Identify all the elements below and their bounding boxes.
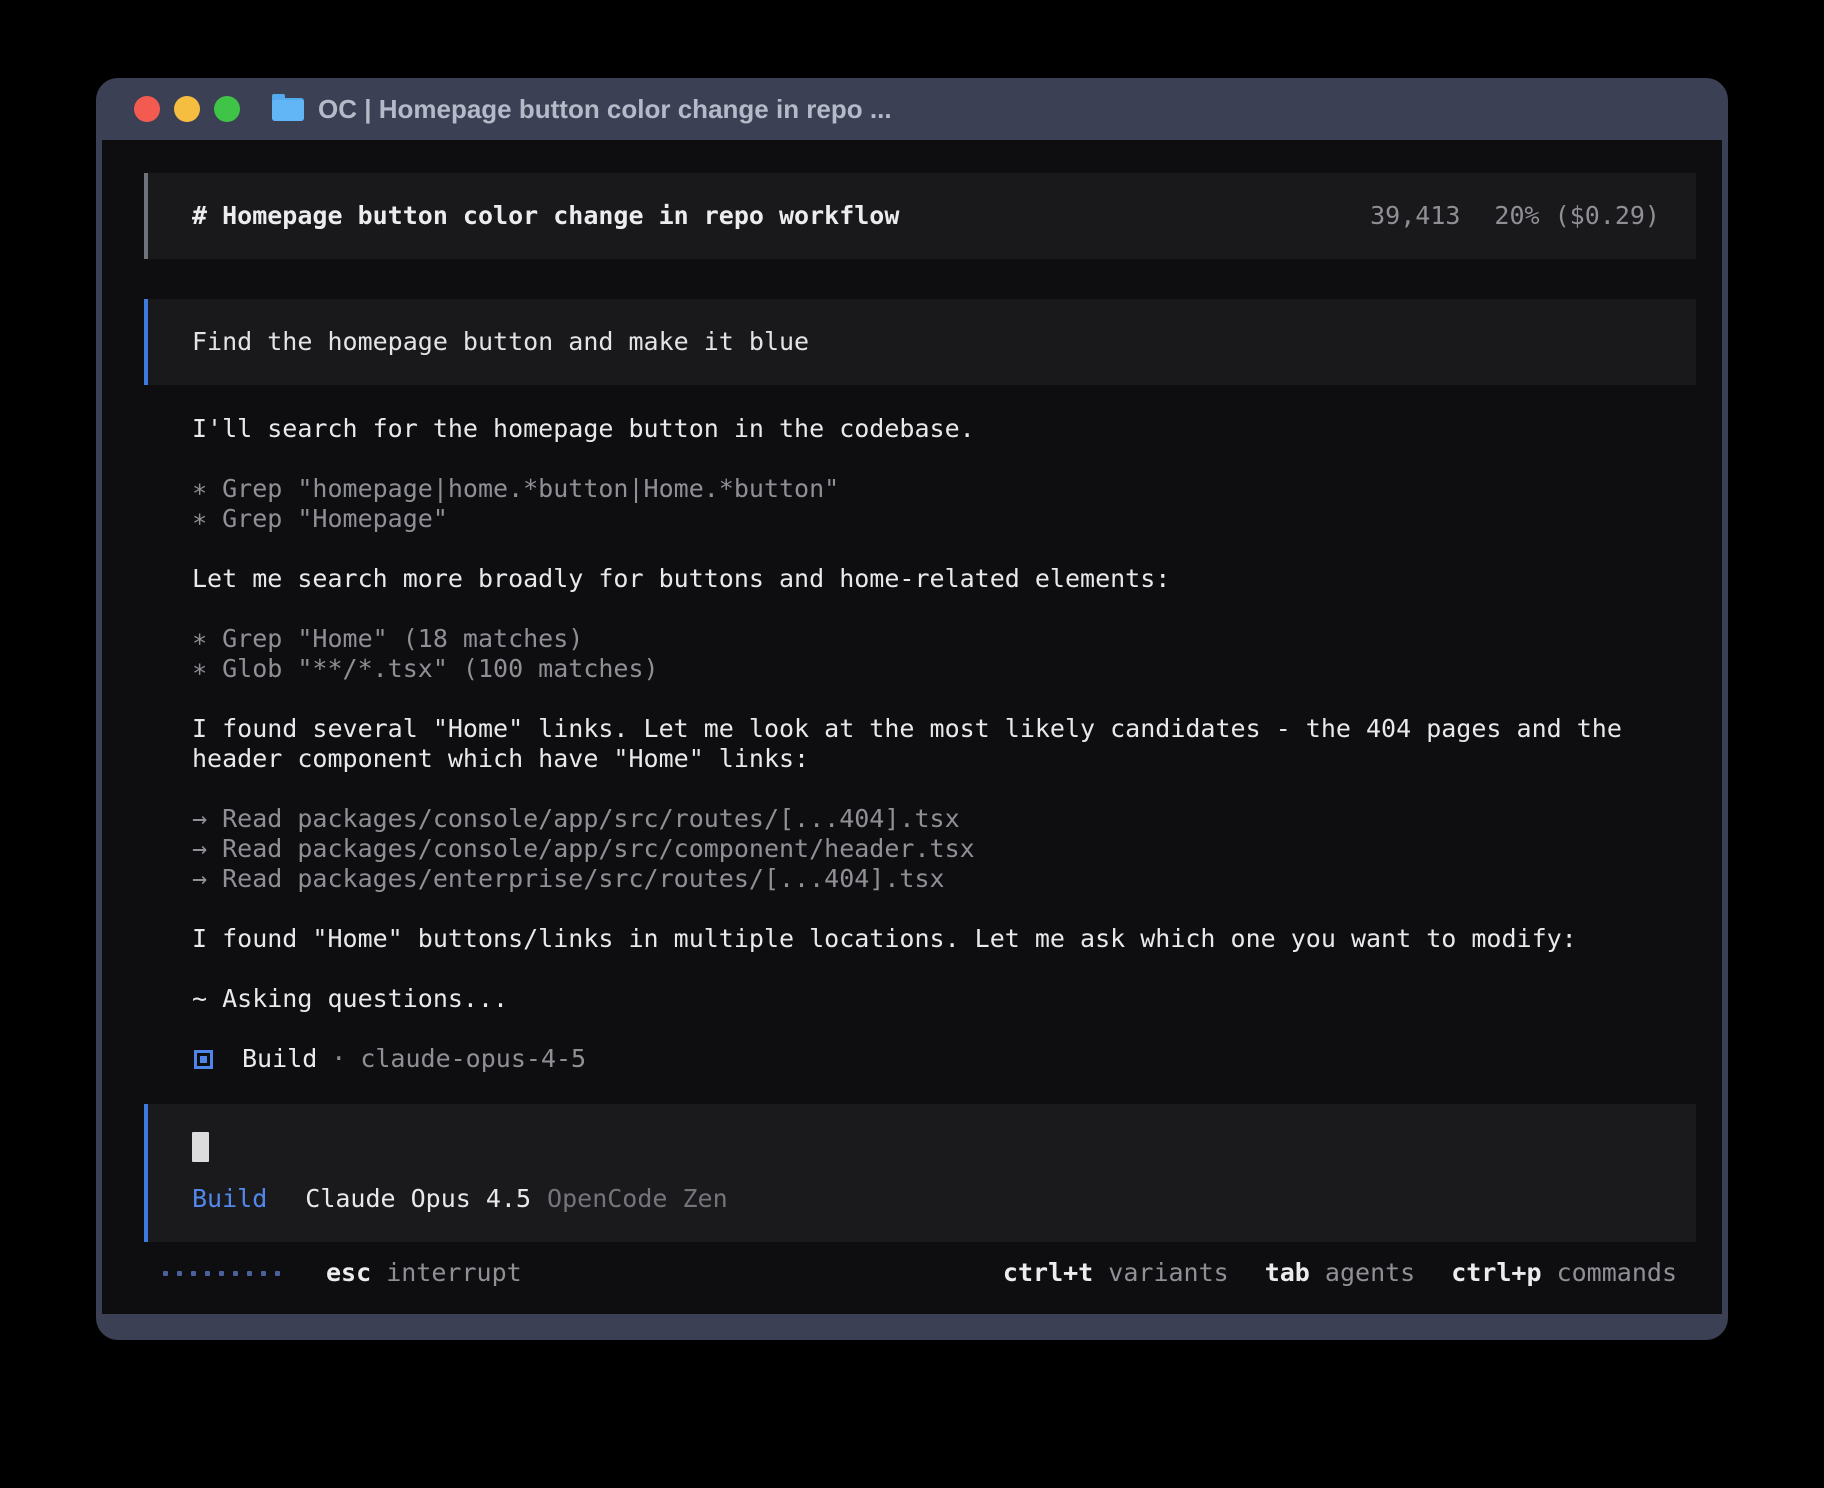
agent-status-row: Build · claude-opus-4-5: [192, 1044, 1722, 1074]
assistant-text-line: I found "Home" buttons/links in multiple…: [192, 924, 1696, 954]
status-left: esc interrupt: [163, 1258, 522, 1288]
assistant-text-line: ~ Asking questions...: [192, 984, 1696, 1014]
user-message-text: Find the homepage button and make it blu…: [192, 327, 809, 356]
tool-call-line: ∗ Grep "homepage|home.*button|Home.*butt…: [192, 474, 1696, 504]
session-title: # Homepage button color change in repo w…: [192, 201, 899, 231]
hint-key: esc: [326, 1258, 371, 1287]
close-button[interactable]: [134, 96, 160, 122]
activity-dot: [191, 1271, 196, 1276]
assistant-paragraph: I found "Home" buttons/links in multiple…: [192, 924, 1696, 954]
assistant-paragraph: ~ Asking questions...: [192, 984, 1696, 1014]
tool-call-line: ∗ Grep "Home" (18 matches): [192, 624, 1696, 654]
terminal-content: # Homepage button color change in repo w…: [102, 140, 1722, 1314]
tool-call-line: ∗ Grep "Homepage": [192, 504, 1696, 534]
hint-label: agents: [1310, 1258, 1415, 1287]
text-cursor: [192, 1132, 209, 1162]
user-message: Find the homepage button and make it blu…: [144, 299, 1696, 385]
assistant-paragraph: Let me search more broadly for buttons a…: [192, 564, 1696, 594]
agent-separator: ·: [331, 1044, 346, 1074]
status-bar: esc interrupt ctrl+t variantstab agentsc…: [163, 1258, 1677, 1288]
hint-key: ctrl+t: [1003, 1258, 1093, 1287]
hint-label: variants: [1093, 1258, 1228, 1287]
input-footer: Build Claude Opus 4.5 OpenCode Zen: [192, 1184, 1660, 1214]
terminal-window: OC | Homepage button color change in rep…: [96, 78, 1728, 1340]
activity-dot: [205, 1271, 210, 1276]
prompt-input[interactable]: Build Claude Opus 4.5 OpenCode Zen: [144, 1104, 1696, 1242]
zoom-button[interactable]: [214, 96, 240, 122]
tool-call-group: ∗ Grep "Home" (18 matches)∗ Glob "**/*.t…: [192, 624, 1696, 684]
hint-key: tab: [1265, 1258, 1310, 1287]
keyboard-hint: ctrl+p commands: [1451, 1258, 1677, 1288]
activity-dot: [163, 1271, 168, 1276]
keyboard-hint: esc interrupt: [326, 1258, 522, 1287]
activity-dot: [247, 1271, 252, 1276]
tool-call-line: → Read packages/console/app/src/routes/[…: [192, 804, 1696, 834]
session-meta: 39,413 20% ($0.29): [1370, 201, 1660, 231]
assistant-paragraph: I found several "Home" links. Let me loo…: [192, 714, 1696, 774]
titlebar: OC | Homepage button color change in rep…: [96, 78, 1728, 140]
activity-dots: [163, 1271, 280, 1276]
assistant-text-line: header component which have "Home" links…: [192, 744, 1696, 774]
agent-model: claude-opus-4-5: [360, 1044, 586, 1074]
input-model-label: Claude Opus 4.5: [305, 1184, 531, 1214]
assistant-text-line: I found several "Home" links. Let me loo…: [192, 714, 1696, 744]
minimize-button[interactable]: [174, 96, 200, 122]
tool-call-line: → Read packages/enterprise/src/routes/[.…: [192, 864, 1696, 894]
tool-call-line: → Read packages/console/app/src/componen…: [192, 834, 1696, 864]
context-usage: 20% ($0.29): [1494, 201, 1660, 231]
hint-label: commands: [1542, 1258, 1677, 1287]
agent-name: Build: [242, 1044, 317, 1074]
folder-icon: [272, 98, 304, 121]
input-provider-label: OpenCode Zen: [547, 1184, 728, 1214]
status-right: ctrl+t variants tab agents ctrl+p commands: [1003, 1258, 1677, 1288]
activity-dot: [261, 1271, 266, 1276]
session-header: # Homepage button color change in repo w…: [144, 173, 1696, 259]
keyboard-hint: ctrl+t variants: [1003, 1258, 1229, 1288]
activity-dot: [233, 1271, 238, 1276]
tool-call-group: → Read packages/console/app/src/routes/[…: [192, 804, 1696, 894]
agent-build-icon: [194, 1050, 213, 1069]
activity-dot: [177, 1271, 182, 1276]
tool-call-group: ∗ Grep "homepage|home.*button|Home.*butt…: [192, 474, 1696, 534]
assistant-text-line: Let me search more broadly for buttons a…: [192, 564, 1696, 594]
assistant-paragraph: I'll search for the homepage button in t…: [192, 414, 1696, 444]
activity-dot: [219, 1271, 224, 1276]
assistant-text-line: I'll search for the homepage button in t…: [192, 414, 1696, 444]
tool-call-line: ∗ Glob "**/*.tsx" (100 matches): [192, 654, 1696, 684]
token-count: 39,413: [1370, 201, 1460, 231]
hint-key: ctrl+p: [1451, 1258, 1541, 1287]
traffic-lights: [134, 96, 240, 122]
window-title: OC | Homepage button color change in rep…: [318, 94, 892, 125]
input-mode-label: Build: [192, 1184, 267, 1214]
assistant-transcript: I'll search for the homepage button in t…: [192, 414, 1696, 1014]
keyboard-hint: tab agents: [1265, 1258, 1416, 1288]
hint-label: interrupt: [371, 1258, 522, 1287]
